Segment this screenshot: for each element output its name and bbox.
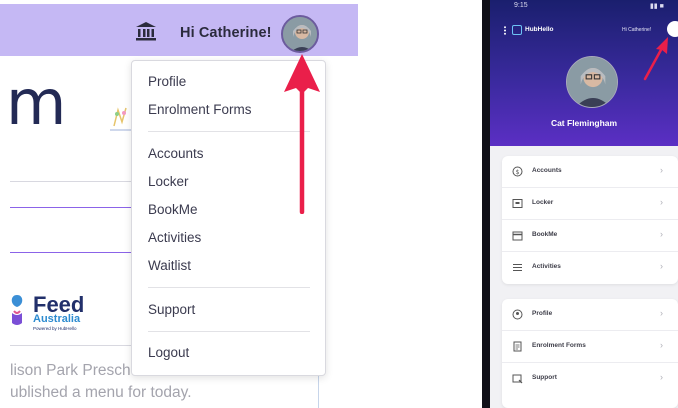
menu-item-enrolment-forms[interactable]: Enrolment Forms xyxy=(148,102,252,117)
annotation-arrow-icon xyxy=(284,54,320,214)
divider xyxy=(10,207,132,208)
feed-powered-by: Powered by HubHello xyxy=(33,326,77,331)
user-name: Cat Flemingham xyxy=(550,118,618,128)
app-logo-icon xyxy=(512,25,522,35)
chevron-right-icon: › xyxy=(660,340,663,350)
list-item-label: BookMe xyxy=(532,231,558,238)
menu-item-logout[interactable]: Logout xyxy=(148,345,189,360)
feed-australia-logo-icon xyxy=(11,295,23,325)
menu-notice-line: ublished a menu for today. xyxy=(10,384,192,401)
calendar-icon xyxy=(512,231,523,241)
chevron-right-icon: › xyxy=(660,308,663,318)
app-name: HubHello xyxy=(525,26,554,33)
divider xyxy=(10,252,132,253)
menu-icon[interactable] xyxy=(503,26,507,35)
chevron-right-icon: › xyxy=(660,372,663,382)
profile-avatar xyxy=(566,56,618,108)
chevron-right-icon: › xyxy=(660,229,663,239)
list-item-label: Activities xyxy=(532,263,561,270)
menu-item-activities[interactable]: Activities xyxy=(148,230,201,245)
menu-item-bookme[interactable]: BookMe xyxy=(148,202,198,217)
user-circle-icon xyxy=(512,309,523,320)
form-icon xyxy=(513,341,522,352)
list-item-label: Accounts xyxy=(532,167,562,174)
status-time: 9:15 xyxy=(514,2,528,9)
bank-icon[interactable] xyxy=(135,21,157,41)
list-item-accounts[interactable]: $ Accounts › xyxy=(502,156,678,188)
list-item-label: Support xyxy=(532,374,557,381)
annotation-arrow-icon xyxy=(643,37,668,81)
chevron-right-icon: › xyxy=(660,197,663,207)
list-item-locker[interactable]: Locker › xyxy=(502,188,678,220)
greeting-text: Hi Catherine! xyxy=(622,27,652,33)
menu-item-accounts[interactable]: Accounts xyxy=(148,146,204,161)
greeting-text: Hi Catherine! xyxy=(180,25,272,41)
menu-item-locker[interactable]: Locker xyxy=(148,174,189,189)
list-item-profile[interactable]: Profile › xyxy=(502,299,678,331)
menu-card: Profile › Enrolment Forms › Support › xyxy=(502,299,678,408)
list-item-label: Profile xyxy=(532,310,553,317)
svg-text:$: $ xyxy=(516,169,520,176)
list-item-activities[interactable]: Activities › xyxy=(502,252,678,284)
logo-partial: m xyxy=(6,66,66,139)
list-item-bookme[interactable]: BookMe › xyxy=(502,220,678,252)
list-item-enrolment-forms[interactable]: Enrolment Forms › xyxy=(502,331,678,363)
locker-icon xyxy=(512,199,523,208)
list-item-label: Locker xyxy=(532,199,554,206)
chevron-right-icon: › xyxy=(660,165,663,175)
desktop-view: Hi Catherine! m Feed Australia Powered b… xyxy=(0,0,358,408)
support-icon xyxy=(512,374,523,384)
menu-divider xyxy=(148,287,310,288)
dollar-circle-icon: $ xyxy=(512,166,523,177)
chevron-right-icon: › xyxy=(660,261,663,271)
menu-item-profile[interactable]: Profile xyxy=(148,74,186,89)
menu-item-support[interactable]: Support xyxy=(148,302,195,317)
list-item-support[interactable]: Support › xyxy=(502,363,678,395)
list-item-label: Enrolment Forms xyxy=(532,342,586,349)
status-signal-icon: ▮▮ ■ xyxy=(650,3,664,10)
list-icon xyxy=(513,264,522,271)
menu-card: $ Accounts › Locker › BookMe › Activitie… xyxy=(502,156,678,284)
menu-divider xyxy=(148,331,310,332)
menu-item-waitlist[interactable]: Waitlist xyxy=(148,258,191,273)
feed-subtitle: Australia xyxy=(33,313,81,325)
